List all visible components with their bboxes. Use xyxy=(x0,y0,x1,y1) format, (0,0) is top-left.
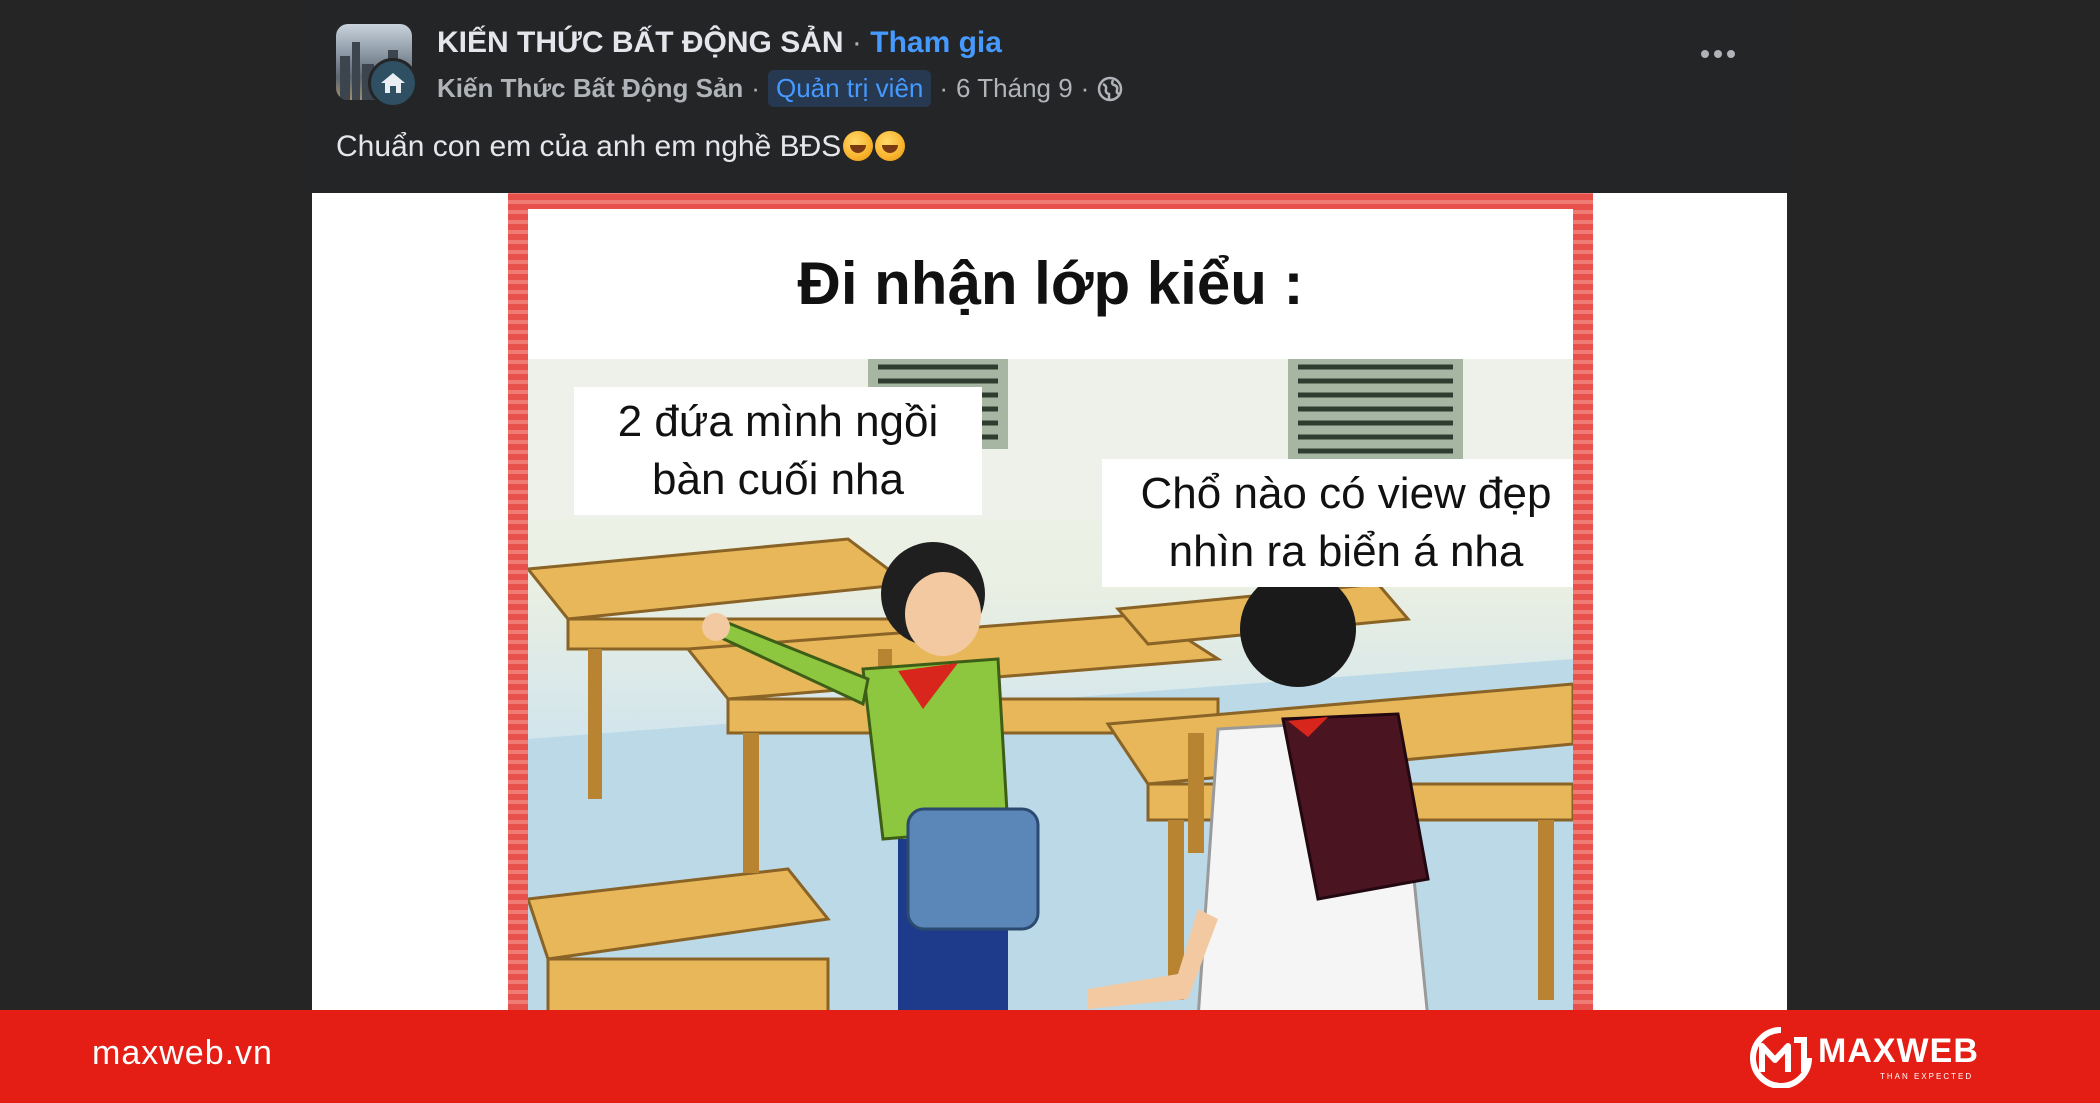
speech-bubble-left: 2 đứa mình ngồi bàn cuối nha xyxy=(574,387,982,515)
post-caption: Chuẩn con em của anh em nghề BĐS xyxy=(336,130,842,163)
post-header: KIẾN THỨC BẤT ĐỘNG SẢN · Tham gia Kiến T… xyxy=(312,0,1787,193)
rolling-laughing-emoji-icon xyxy=(843,131,874,161)
separator: · xyxy=(1080,73,1090,103)
brand-tagline: THAN EXPECTED xyxy=(1880,1072,1974,1081)
admin-badge: Quản trị viên xyxy=(767,70,932,107)
group-name-link[interactable]: KIẾN THỨC BẤT ĐỘNG SẢN xyxy=(437,26,844,59)
bubble-right-line1: Chổ nào có view đẹp xyxy=(1140,469,1552,518)
more-options-icon[interactable] xyxy=(1701,50,1735,58)
author-avatar[interactable] xyxy=(368,58,418,108)
maxweb-m-logo-icon xyxy=(1750,1027,1812,1088)
group-title-line: KIẾN THỨC BẤT ĐỘNG SẢN · Tham gia xyxy=(437,26,1002,60)
bubble-left-line2: bàn cuối nha xyxy=(652,455,904,504)
post-image[interactable]: Đi nhận lớp kiểu : 2 đứa mình ngồi bàn c… xyxy=(312,193,1787,1010)
bubble-left-line1: 2 đứa mình ngồi xyxy=(617,397,939,446)
bubble-right-line2: nhìn ra biển á nha xyxy=(1168,527,1524,576)
speech-bubble-right: Chổ nào có view đẹp nhìn ra biển á nha xyxy=(1102,459,1573,587)
avatar[interactable] xyxy=(336,24,418,108)
separator: · xyxy=(751,73,760,103)
footer-bar: maxweb.vn MAXWEB THAN EXPECTED xyxy=(0,1010,2100,1103)
separator: · xyxy=(939,73,949,103)
comic-panel: Đi nhận lớp kiểu : 2 đứa mình ngồi bàn c… xyxy=(528,209,1573,1010)
classroom-illustration: 2 đứa mình ngồi bàn cuối nha Chổ nào có … xyxy=(528,359,1573,1010)
post-meta: Kiến Thức Bất Động Sản · Quản trị viên ·… xyxy=(437,70,1123,107)
brand-name: MAXWEB xyxy=(1818,1032,1979,1070)
post-text: Chuẩn con em của anh em nghề BĐS xyxy=(336,130,906,164)
maxweb-logo[interactable]: MAXWEB THAN EXPECTED xyxy=(1748,1026,1988,1088)
house-logo-icon xyxy=(381,73,405,93)
separator: · xyxy=(851,26,862,59)
comic-title: Đi nhận lớp kiểu : xyxy=(797,250,1304,317)
rolling-laughing-emoji-icon xyxy=(875,131,906,161)
author-name-link[interactable]: Kiến Thức Bất Động Sản xyxy=(437,73,743,104)
post-date-link[interactable]: 6 Tháng 9 xyxy=(956,73,1073,104)
facebook-post: KIẾN THỨC BẤT ĐỘNG SẢN · Tham gia Kiến T… xyxy=(312,0,1787,1010)
comic-frame: Đi nhận lớp kiểu : 2 đứa mình ngồi bàn c… xyxy=(508,193,1593,1010)
join-group-link[interactable]: Tham gia xyxy=(870,26,1002,59)
footer-website[interactable]: maxweb.vn xyxy=(92,1034,273,1073)
globe-icon[interactable] xyxy=(1097,76,1123,102)
